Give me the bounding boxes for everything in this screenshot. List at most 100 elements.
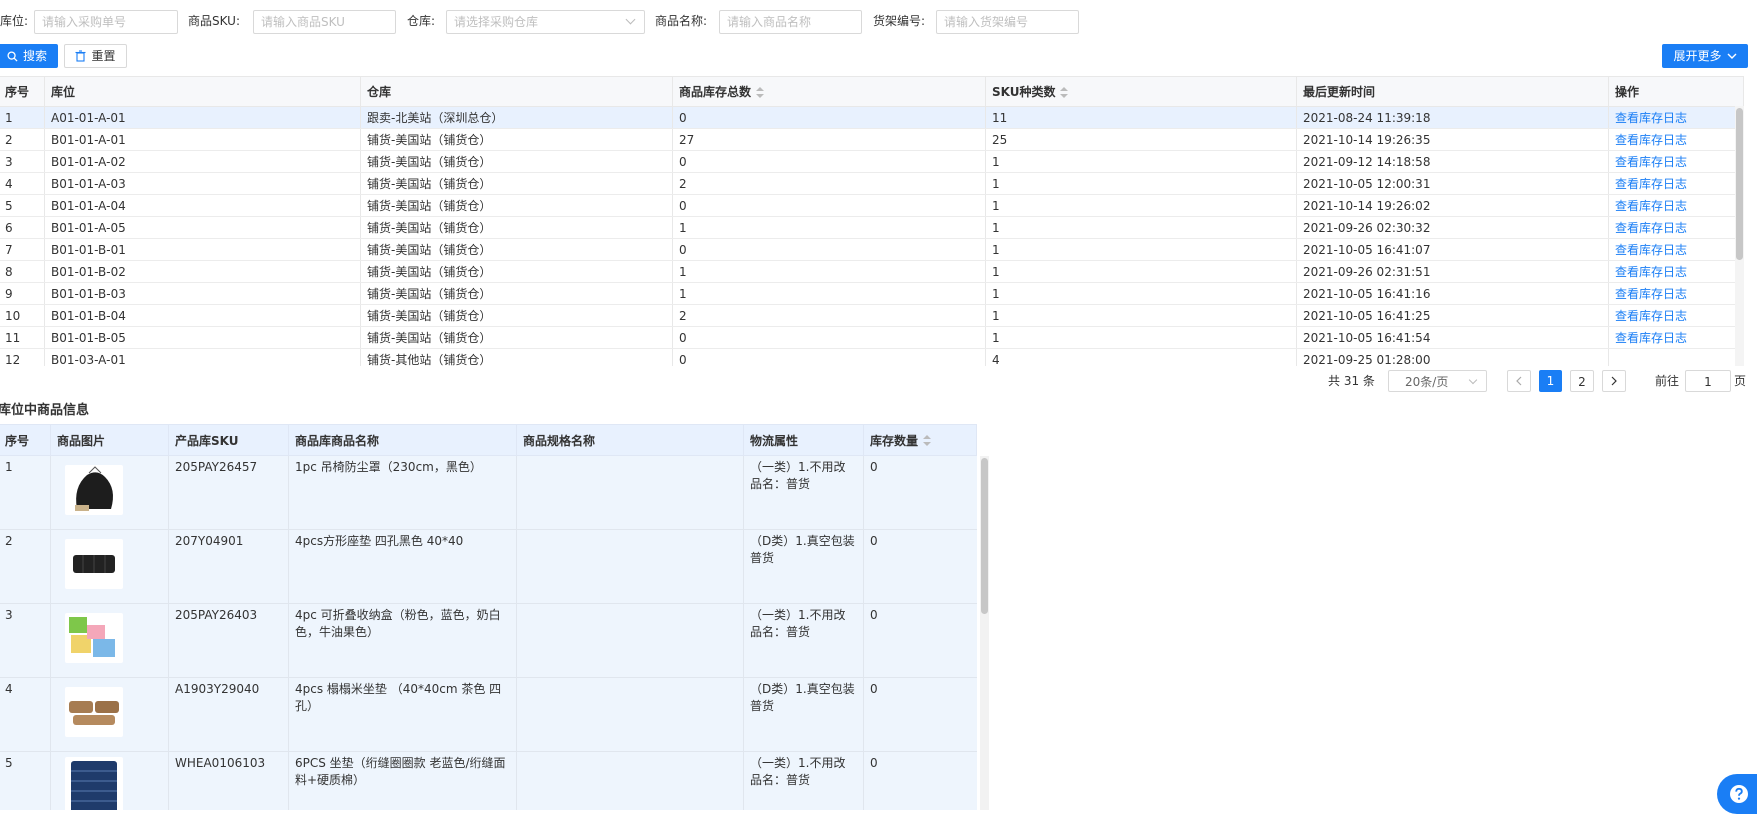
view-stock-log-link[interactable]: 查看库存日志 xyxy=(1608,238,1744,261)
cell-image[interactable] xyxy=(50,751,169,810)
cell-logistics: （一类）1.不用改品名：普货 xyxy=(743,751,864,810)
table-row[interactable]: 4 B01-01-A-03 铺货-美国站（铺货仓） 2 1 2021-10-05 12:0… xyxy=(0,172,1744,195)
cell-qty: 0 xyxy=(863,603,977,678)
cell-sku: WHEA0106103 xyxy=(168,751,289,810)
table-row[interactable]: 5 B01-01-A-04 铺货-美国站（铺货仓） 0 1 2021-10-14 19:2… xyxy=(0,194,1744,217)
sort-icon[interactable] xyxy=(923,435,932,447)
next-page-button[interactable] xyxy=(1602,370,1626,392)
cell-location: B01-03-A-01 xyxy=(44,348,361,366)
col-header-updated: 最后更新时间 xyxy=(1296,76,1609,107)
filter-name-label: 商品名称: xyxy=(655,14,708,28)
page-2-button[interactable]: 2 xyxy=(1570,370,1594,392)
cell-updated: 2021-10-05 16:41:25 xyxy=(1296,304,1609,327)
product-name-input[interactable]: 请输入商品名称 xyxy=(719,10,862,34)
cell-index: 1 xyxy=(0,106,45,129)
main-table-scrollbar[interactable] xyxy=(1735,106,1744,366)
prev-page-button[interactable] xyxy=(1507,370,1531,392)
view-stock-log-link[interactable]: 查看库存日志 xyxy=(1608,216,1744,239)
reset-button[interactable]: 重置 xyxy=(64,44,127,68)
table-row[interactable]: 9 B01-01-B-03 铺货-美国站（铺货仓） 1 1 2021-10-05 16:4… xyxy=(0,282,1744,305)
view-stock-log-link[interactable]: 查看库存日志 xyxy=(1608,194,1744,217)
cell-logistics: （一类）1.不用改品名：普货 xyxy=(743,455,864,530)
view-stock-log-link[interactable]: 查看库存日志 xyxy=(1608,172,1744,195)
cell-index: 3 xyxy=(0,150,45,173)
table-row[interactable]: 8 B01-01-B-02 铺货-美国站（铺货仓） 1 1 2021-09-26 02:3… xyxy=(0,260,1744,283)
shelf-input[interactable]: 请输入货架编号 xyxy=(936,10,1079,34)
table-row[interactable]: 5 WHEA0106103 6PCS 坐垫（绗缝圈圈款 老蓝色/绗缝面料+硬质棉… xyxy=(0,751,977,810)
cell-index: 10 xyxy=(0,304,45,327)
view-stock-log-link[interactable]: 查看库存日志 xyxy=(1608,326,1744,349)
cell-index: 11 xyxy=(0,326,45,349)
product-image-foldable-storage-boxes[interactable] xyxy=(65,613,123,663)
cell-sku-kinds: 1 xyxy=(985,326,1297,349)
cell-sku-kinds: 1 xyxy=(985,172,1297,195)
view-stock-log-link[interactable] xyxy=(1608,348,1744,366)
cell-location: B01-01-A-01 xyxy=(44,128,361,151)
table-row[interactable]: 1 205PAY26457 1pc 吊椅防尘罩（230cm，黑色） （一类）1.… xyxy=(0,455,977,530)
view-stock-log-link[interactable]: 查看库存日志 xyxy=(1608,150,1744,173)
search-button[interactable]: 搜索 xyxy=(0,44,58,68)
cell-location: B01-01-A-05 xyxy=(44,216,361,239)
table-row[interactable]: 12 B01-03-A-01 铺货-其他站（铺货仓） 0 4 2021-09-25 01:… xyxy=(0,348,1744,366)
table-row[interactable]: 3 205PAY26403 4pc 可折叠收纳盒（粉色，蓝色，奶白色，牛油果色）… xyxy=(0,603,977,678)
cell-spec xyxy=(516,751,744,810)
table-row[interactable]: 2 207Y04901 4pcs方形座垫 四孔黑色 40*40 （D类）1.真空… xyxy=(0,529,977,604)
cell-index: 12 xyxy=(0,348,45,366)
goto-page-input[interactable]: 1 xyxy=(1685,370,1731,392)
sku-input[interactable]: 请输入商品SKU xyxy=(253,10,396,34)
cell-sku: 205PAY26457 xyxy=(168,455,289,530)
cell-updated: 2021-10-05 12:00:31 xyxy=(1296,172,1609,195)
question-icon xyxy=(1730,785,1748,803)
expand-more-button[interactable]: 展开更多 xyxy=(1662,44,1748,68)
page-1-button[interactable]: 1 xyxy=(1539,370,1562,392)
sort-icon[interactable] xyxy=(756,86,765,99)
location-input[interactable]: 请输入采购单号 xyxy=(34,10,178,34)
cell-location: B01-01-B-01 xyxy=(44,238,361,261)
table-row[interactable]: 6 B01-01-A-05 铺货-美国站（铺货仓） 1 1 2021-09-26 02:3… xyxy=(0,216,1744,239)
detail-col-spec: 商品规格名称 xyxy=(516,424,744,456)
table-row[interactable]: 7 B01-01-B-01 铺货-美国站（铺货仓） 0 1 2021-10-05 16:4… xyxy=(0,238,1744,261)
table-row[interactable]: 4 A1903Y29040 4pcs 榻榻米坐垫 （40*40cm 茶色 四孔）… xyxy=(0,677,977,752)
view-stock-log-link[interactable]: 查看库存日志 xyxy=(1608,260,1744,283)
product-image-navy-seat-cushions[interactable] xyxy=(65,757,123,810)
detail-table-scrollbar[interactable] xyxy=(980,456,989,810)
help-button[interactable] xyxy=(1717,774,1757,814)
main-table-scroll-thumb[interactable] xyxy=(1736,108,1743,260)
view-stock-log-link[interactable]: 查看库存日志 xyxy=(1608,128,1744,151)
table-row[interactable]: 3 B01-01-A-02 铺货-美国站（铺货仓） 0 1 2021-09-12 14:1… xyxy=(0,150,1744,173)
warehouse-select[interactable]: 请选择采购仓库 xyxy=(446,10,645,34)
table-row[interactable]: 11 B01-01-B-05 铺货-美国站（铺货仓） 0 1 2021-10-05 16:… xyxy=(0,326,1744,349)
view-stock-log-link[interactable]: 查看库存日志 xyxy=(1608,304,1744,327)
table-row[interactable]: 10 B01-01-B-04 铺货-美国站（铺货仓） 2 1 2021-10-05 16:… xyxy=(0,304,1744,327)
detail-table-scroll-thumb[interactable] xyxy=(981,458,988,614)
cell-total-stock: 1 xyxy=(672,216,986,239)
cell-image[interactable] xyxy=(50,603,169,678)
sort-icon[interactable] xyxy=(1060,86,1069,99)
detail-col-index: 序号 xyxy=(0,424,51,456)
cell-image[interactable] xyxy=(50,455,169,530)
chevron-down-icon xyxy=(625,14,636,25)
cell-image[interactable] xyxy=(50,529,169,604)
product-image-black-hammock-cover[interactable] xyxy=(65,465,123,515)
col-header-sku-kinds[interactable]: SKU种类数 xyxy=(985,76,1297,107)
pagination-total: 共 31 条 xyxy=(1328,374,1375,388)
cell-image[interactable] xyxy=(50,677,169,752)
goto-label: 前往 xyxy=(1655,374,1680,388)
view-stock-log-link[interactable]: 查看库存日志 xyxy=(1608,106,1744,129)
cell-total-stock: 0 xyxy=(672,194,986,217)
cell-logistics: （D类）1.真空包装普货 xyxy=(743,529,864,604)
cell-location: B01-01-B-04 xyxy=(44,304,361,327)
cell-logistics: （D类）1.真空包装普货 xyxy=(743,677,864,752)
cell-updated: 2021-09-12 14:18:58 xyxy=(1296,150,1609,173)
col-header-total-stock[interactable]: 商品库存总数 xyxy=(672,76,986,107)
page-size-select[interactable]: 20条/页 xyxy=(1388,370,1487,392)
view-stock-log-link[interactable]: 查看库存日志 xyxy=(1608,282,1744,305)
detail-col-qty[interactable]: 库存数量 xyxy=(863,424,977,456)
product-image-black-square-cushion[interactable] xyxy=(65,539,123,589)
product-image-tan-tatami-cushions[interactable] xyxy=(65,687,123,737)
cell-sku-kinds: 1 xyxy=(985,304,1297,327)
cell-location: B01-01-B-03 xyxy=(44,282,361,305)
table-row[interactable]: 2 B01-01-A-01 铺货-美国站（铺货仓） 27 25 2021-10-14 19… xyxy=(0,128,1744,151)
cell-qty: 0 xyxy=(863,677,977,752)
table-row[interactable]: 1 A01-01-A-01 跟卖-北美站（深圳总仓） 0 11 2021-08-24 11… xyxy=(0,106,1744,129)
